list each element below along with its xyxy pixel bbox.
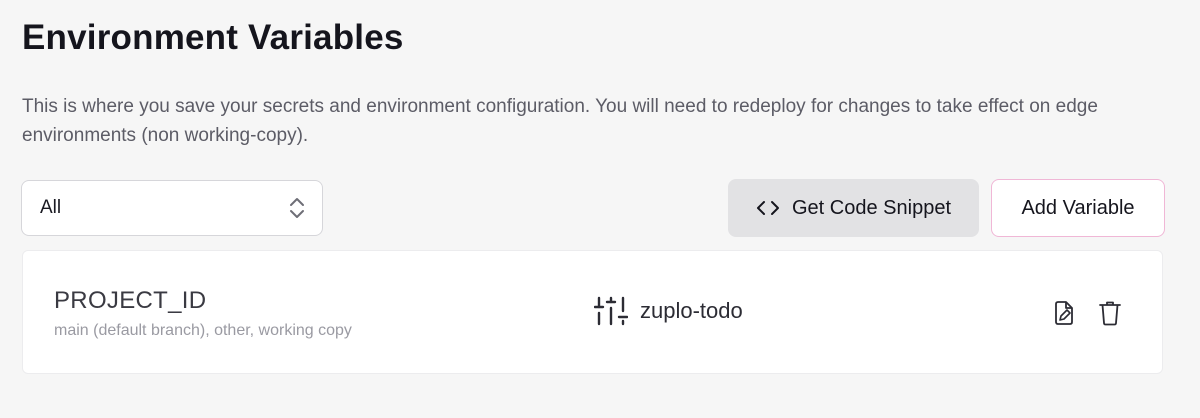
- get-code-snippet-label: Get Code Snippet: [792, 196, 951, 219]
- add-variable-button[interactable]: Add Variable: [991, 179, 1165, 237]
- page-title: Environment Variables: [22, 18, 404, 57]
- variable-value-wrap: zuplo-todo: [594, 295, 743, 327]
- trash-icon[interactable]: [1098, 300, 1122, 326]
- env-variables-page: Environment Variables This is where you …: [0, 0, 1200, 418]
- page-description: This is where you save your secrets and …: [22, 96, 1098, 146]
- branch-filter-select[interactable]: All: [21, 180, 323, 236]
- edit-file-icon[interactable]: [1052, 300, 1076, 326]
- variable-name: PROJECT_ID: [54, 287, 207, 314]
- variable-row: PROJECT_ID main (default branch), other,…: [22, 250, 1163, 374]
- add-variable-label: Add Variable: [1021, 196, 1135, 219]
- code-icon: [757, 201, 779, 215]
- chevron-updown-icon: [290, 198, 304, 218]
- variable-value: zuplo-todo: [640, 298, 743, 323]
- sliders-icon: [594, 296, 628, 326]
- branch-filter-value: All: [40, 197, 62, 218]
- get-code-snippet-button[interactable]: Get Code Snippet: [728, 179, 979, 237]
- variable-branches: main (default branch), other, working co…: [54, 322, 352, 339]
